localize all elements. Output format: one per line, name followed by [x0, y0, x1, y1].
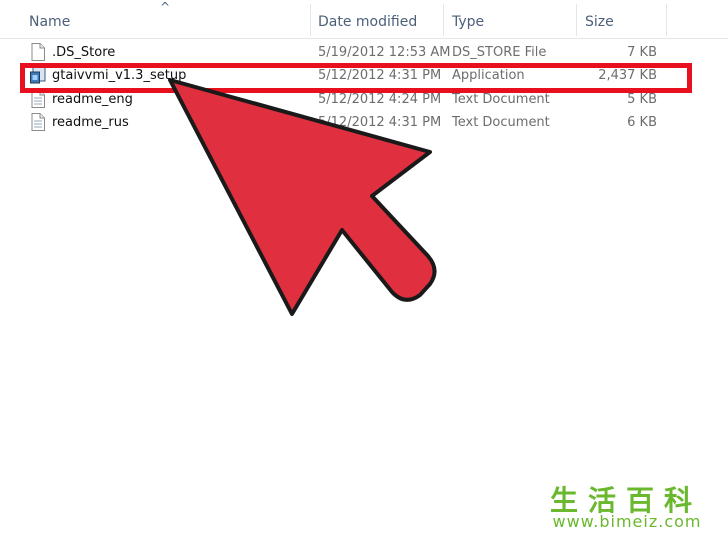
column-divider[interactable]	[310, 4, 311, 36]
file-name: readme_rus	[52, 115, 129, 130]
file-size: 6 KB	[627, 115, 657, 130]
column-header-name[interactable]: Name	[29, 11, 70, 33]
file-row-readme-rus[interactable]: readme_rus 5/12/2012 4:31 PM Text Docume…	[0, 111, 728, 134]
column-header-bar: ^ Name Date modified Type Size	[0, 0, 728, 39]
document-icon	[31, 43, 45, 61]
file-row-ds-store[interactable]: .DS_Store 5/19/2012 12:53 AM DS_STORE Fi…	[0, 41, 728, 64]
file-type: DS_STORE File	[452, 45, 547, 60]
file-date-modified: 5/12/2012 4:31 PM	[318, 115, 442, 130]
file-name: .DS_Store	[52, 45, 116, 60]
column-header-type[interactable]: Type	[452, 11, 484, 33]
file-size: 7 KB	[627, 45, 657, 60]
watermark-url: www.bimeiz.com	[552, 512, 702, 531]
column-header-date-modified[interactable]: Date modified	[318, 11, 417, 33]
column-divider[interactable]	[443, 4, 444, 36]
text-file-icon	[31, 113, 45, 131]
column-header-size[interactable]: Size	[585, 11, 614, 33]
column-divider[interactable]	[666, 4, 667, 36]
highlight-box	[20, 63, 692, 93]
column-divider[interactable]	[576, 4, 577, 36]
file-date-modified: 5/19/2012 12:53 AM	[318, 45, 451, 60]
sort-ascending-icon: ^	[160, 0, 171, 14]
file-type: Text Document	[452, 115, 550, 130]
